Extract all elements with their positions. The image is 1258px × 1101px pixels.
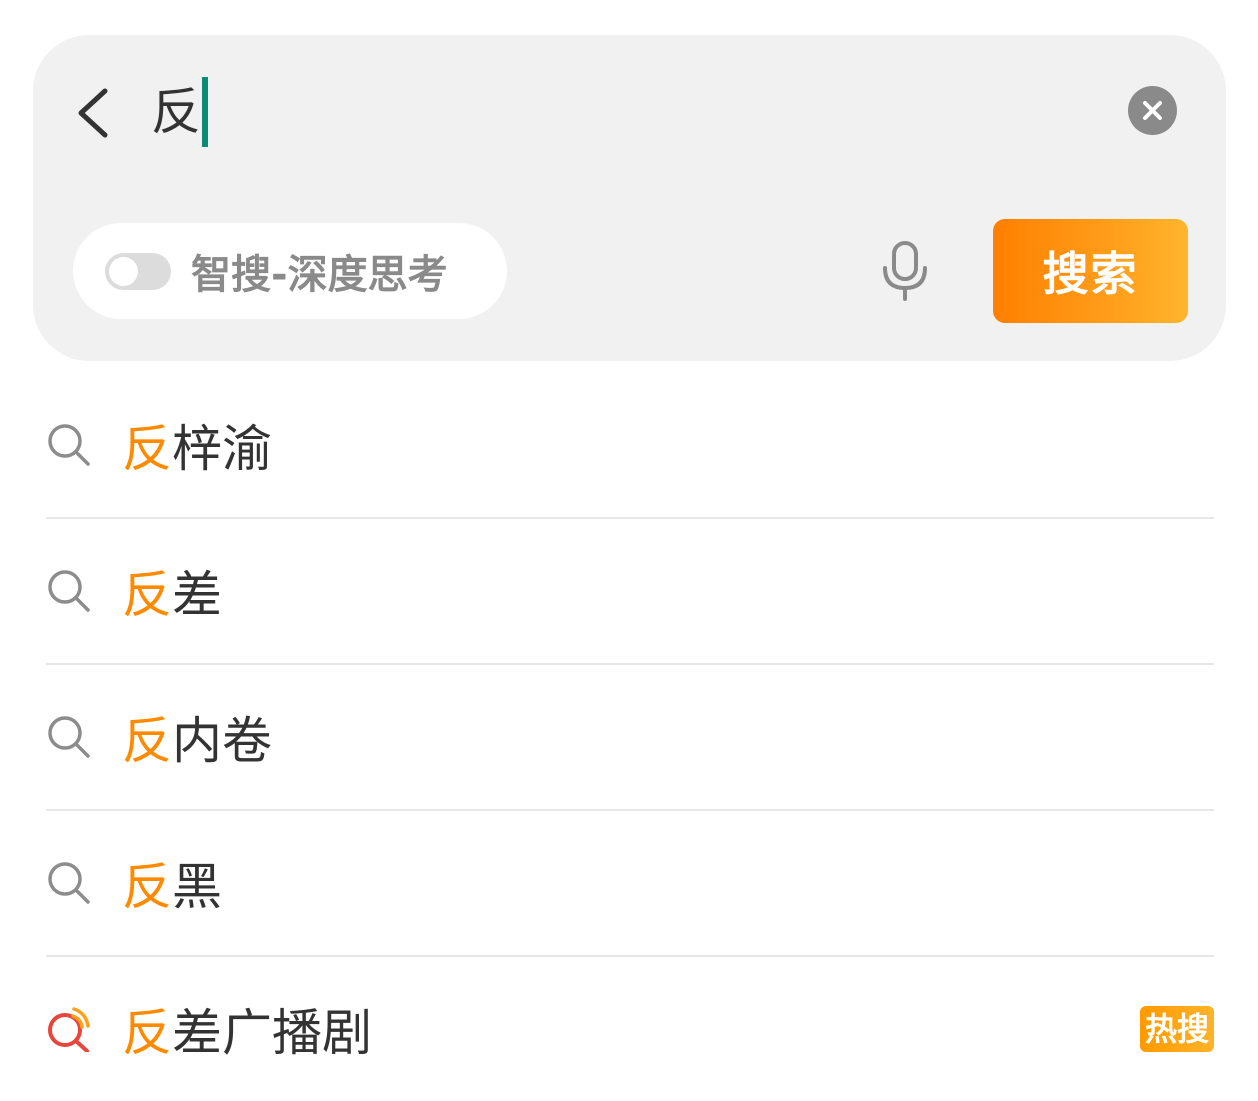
suggestion-match: 反	[122, 858, 172, 916]
clear-search-button[interactable]	[1128, 86, 1177, 135]
search-icon	[48, 424, 90, 466]
back-button[interactable]	[73, 85, 117, 141]
suggestion-list: 反梓渝 反差 反内卷 反黑 反差广播剧 热搜	[46, 373, 1214, 1101]
suggestion-text: 反差	[122, 555, 222, 627]
suggestion-match: 反	[122, 712, 172, 770]
search-submit-button[interactable]: 搜索	[993, 219, 1188, 323]
smart-search-toggle[interactable]: 智搜-深度思考	[73, 223, 507, 319]
toggle-knob	[109, 256, 138, 286]
trending-search-icon	[48, 1007, 90, 1052]
chevron-left-icon	[78, 88, 108, 138]
microphone-icon	[883, 241, 927, 301]
clear-circle-icon	[1143, 101, 1162, 120]
suggestion-text: 反内卷	[122, 701, 272, 773]
search-icon	[48, 570, 90, 612]
suggestion-item[interactable]: 反差	[46, 519, 1214, 665]
suggestion-match: 反	[122, 566, 172, 624]
search-bar-card: 反 智搜-深度思考 搜索	[33, 35, 1226, 361]
suggestion-rest: 内卷	[172, 712, 272, 770]
suggestion-rest: 差广播剧	[172, 1004, 372, 1062]
suggestion-rest: 差	[172, 566, 222, 624]
suggestion-text: 反差广播剧	[122, 993, 372, 1065]
suggestion-item-trending[interactable]: 反差广播剧 热搜	[46, 957, 1214, 1101]
hot-search-badge: 热搜	[1139, 1006, 1214, 1052]
search-icon	[48, 862, 90, 904]
search-icon	[48, 716, 90, 758]
toggle-switch[interactable]	[105, 252, 171, 290]
suggestion-item[interactable]: 反内卷	[46, 665, 1214, 811]
suggestion-rest: 梓渝	[172, 420, 272, 478]
voice-search-button[interactable]	[879, 240, 931, 302]
suggestion-item[interactable]: 反黑	[46, 811, 1214, 957]
search-input[interactable]: 反	[151, 77, 208, 147]
smart-search-label: 智搜-深度思考	[191, 252, 448, 298]
suggestion-text: 反梓渝	[122, 409, 272, 481]
suggestion-rest: 黑	[172, 858, 222, 916]
suggestion-text: 反黑	[122, 847, 222, 919]
suggestion-match: 反	[122, 420, 172, 478]
suggestion-match: 反	[122, 1004, 172, 1062]
suggestion-item[interactable]: 反梓渝	[46, 373, 1214, 519]
